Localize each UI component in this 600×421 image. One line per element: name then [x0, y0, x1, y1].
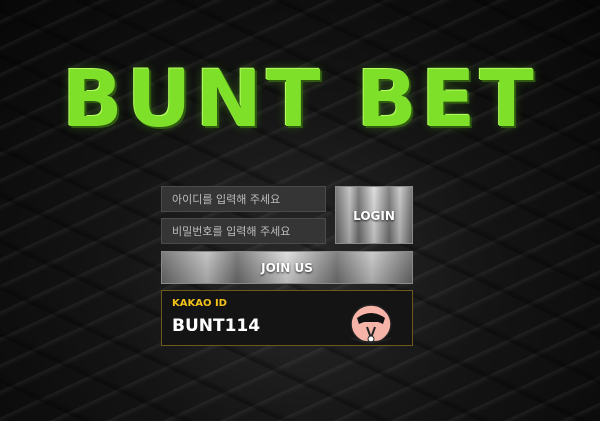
- brand-logo: BUNT BET: [62, 55, 538, 145]
- password-input[interactable]: [161, 218, 326, 244]
- kakao-id-panel: KAKAO ID BUNT114: [161, 290, 413, 346]
- kakao-id-value: BUNT114: [172, 316, 261, 336]
- login-button[interactable]: LOGIN: [335, 186, 413, 244]
- kakao-apeach-icon: [350, 304, 392, 344]
- username-input[interactable]: [161, 186, 326, 212]
- join-button[interactable]: JOIN US: [161, 251, 413, 284]
- kakao-label: KAKAO ID: [172, 298, 227, 309]
